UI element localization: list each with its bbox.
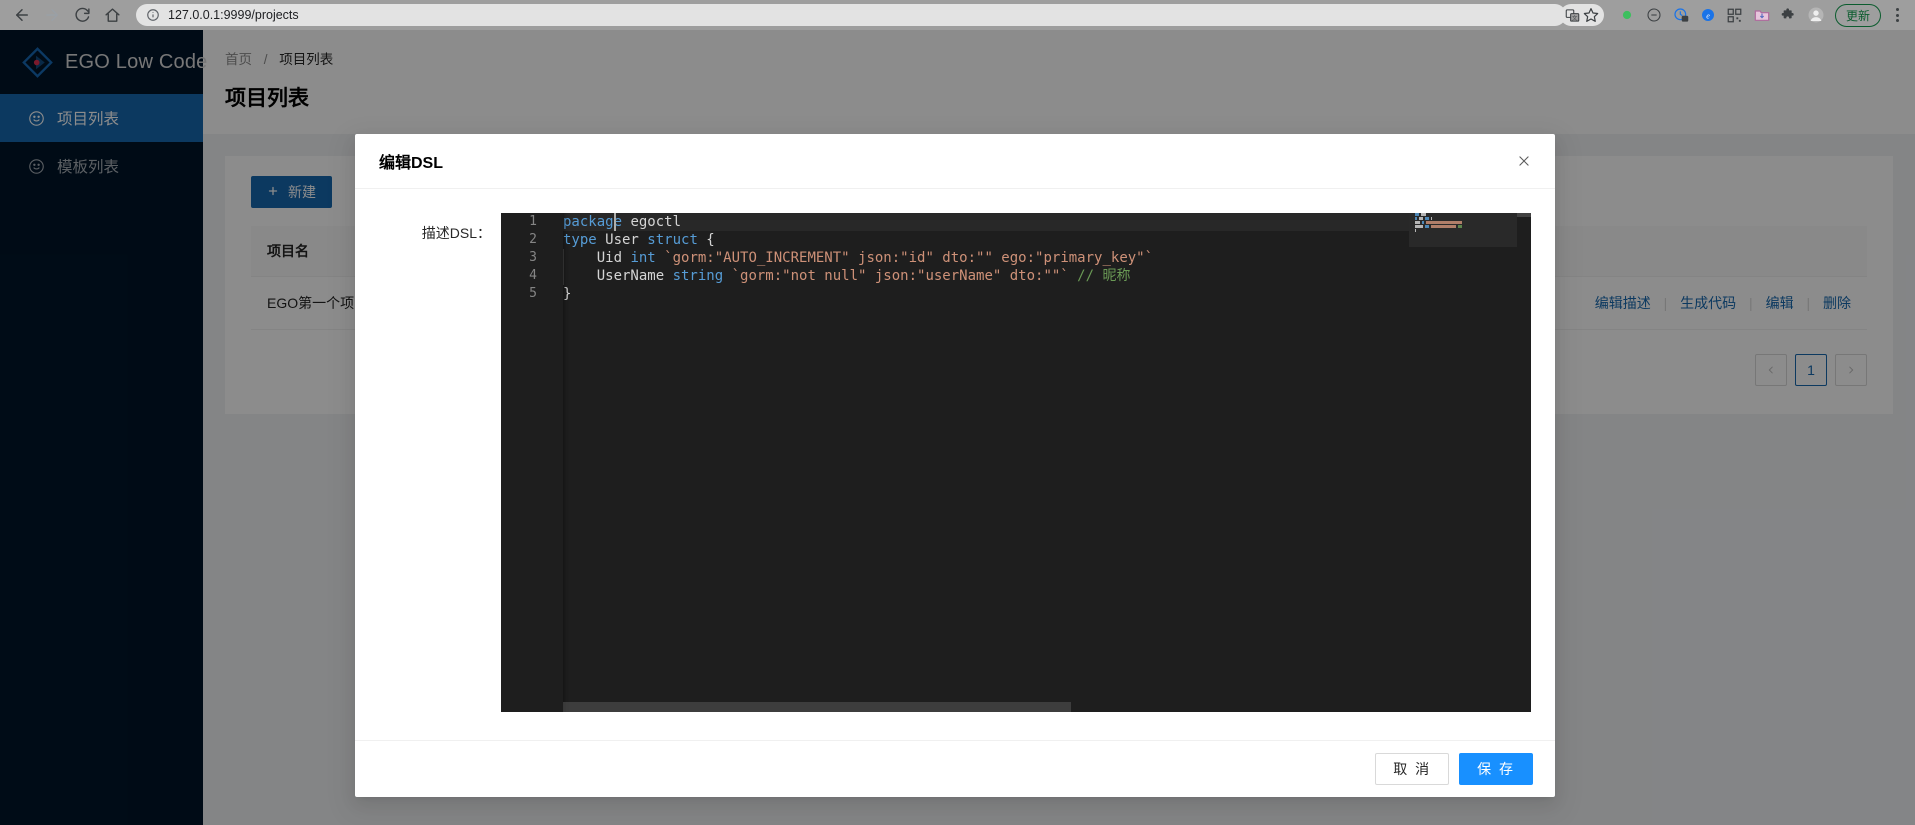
save-button[interactable]: 保 存 [1459, 753, 1533, 785]
scrollbar-overview-mark [1517, 213, 1531, 217]
minimap-segment [1415, 221, 1420, 224]
line-number: 3 [529, 250, 537, 265]
line-number: 5 [529, 286, 537, 301]
code-token: `gorm:"AUTO_INCREMENT" json:"id" dto:"" … [655, 250, 1154, 266]
dialog-header: 编辑DSL [355, 134, 1555, 189]
dialog-title: 编辑DSL [379, 155, 444, 172]
editor-gutter-shadow [563, 213, 569, 712]
minimap-segment [1421, 221, 1424, 224]
code-line: UserName string `gorm:"not null" json:"u… [563, 267, 1531, 285]
clock-lock-extension-icon[interactable] [1672, 6, 1690, 24]
reload-button[interactable] [68, 2, 96, 28]
qr-code-extension-icon[interactable] [1726, 6, 1744, 24]
minimap-segment [1425, 221, 1463, 224]
minimap-segment [1430, 225, 1457, 228]
line-number: 1 [529, 214, 537, 229]
code-token: string [672, 268, 724, 284]
code-line: type User struct { [563, 231, 1531, 249]
minimap-segment [1415, 217, 1418, 220]
edge-e-extension-icon[interactable]: e [1699, 6, 1717, 24]
dsl-field-label: 描述DSL： [421, 225, 491, 241]
dialog-footer: 取 消 保 存 [355, 740, 1555, 797]
code-token: `gorm:"not null" json:"userName" dto:""` [723, 268, 1069, 284]
editor-line-numbers: 1 2 3 4 5 [501, 213, 563, 712]
dsl-code-editor[interactable]: 1 2 3 4 5 package egoctl type User struct { U… [501, 213, 1531, 712]
puzzle-extensions-icon[interactable] [1780, 6, 1798, 24]
dialog-body: 描述DSL： 1 2 3 4 5 package egoctl type User str… [355, 189, 1555, 740]
code-line: Uid int `gorm:"AUTO_INCREMENT" json:"id"… [563, 249, 1531, 267]
code-token: UserName [563, 268, 673, 284]
url-text: 127.0.0.1:9999/projects [168, 8, 299, 22]
extension-icons: e [1612, 6, 1825, 24]
line-number: 4 [529, 268, 537, 283]
code-token: egoctl [622, 214, 682, 230]
back-button[interactable] [8, 2, 36, 28]
dash-circle-extension-icon[interactable] [1645, 6, 1663, 24]
line-number: 2 [529, 232, 537, 247]
omnibox-actions: 文 [1559, 4, 1604, 26]
minimap-segment [1458, 225, 1462, 228]
code-token: struct [647, 232, 698, 248]
minimap-segment [1415, 213, 1420, 216]
update-button[interactable]: 更新 [1834, 3, 1881, 27]
folder-download-extension-icon[interactable] [1753, 6, 1771, 24]
minimap-segment [1415, 229, 1416, 232]
browser-toolbar: 127.0.0.1:9999/projects 文 e 更新 [0, 0, 1915, 30]
code-token: // 昵称 [1068, 268, 1131, 284]
code-token: int [630, 250, 656, 266]
translate-icon[interactable]: 文 [1564, 6, 1582, 24]
editor-minimap[interactable] [1409, 213, 1517, 712]
minimap-segment [1419, 217, 1424, 220]
kebab-menu-icon[interactable] [1887, 4, 1907, 26]
minimap-segment [1430, 217, 1433, 220]
forward-button[interactable] [38, 2, 66, 28]
code-line: } [563, 285, 1531, 303]
profile-avatar-icon[interactable] [1807, 6, 1825, 24]
code-token: Uid [563, 250, 631, 266]
minimap-segment [1425, 225, 1429, 228]
bookmark-star-icon[interactable] [1582, 6, 1600, 24]
text-cursor [613, 213, 616, 231]
close-icon[interactable] [1513, 150, 1535, 172]
code-token: User [596, 232, 648, 248]
minimap-segment [1425, 217, 1429, 220]
editor-horizontal-scrollbar[interactable] [563, 700, 1409, 712]
minimap-segment [1421, 213, 1426, 216]
green-dot-extension-icon[interactable] [1618, 6, 1636, 24]
editor-vertical-scrollbar[interactable] [1517, 213, 1531, 712]
editor-code-area[interactable]: package egoctl type User struct { Uid int… [563, 213, 1531, 303]
cancel-button[interactable]: 取 消 [1375, 753, 1450, 785]
home-button[interactable] [98, 2, 126, 28]
edit-dsl-dialog: 编辑DSL 描述DSL： 1 2 3 4 5 package egoctl type Us… [355, 134, 1555, 797]
site-info-icon[interactable] [146, 8, 160, 22]
code-line: package egoctl [563, 213, 1531, 231]
code-token: { [697, 232, 715, 248]
horizontal-scroll-thumb[interactable] [563, 702, 1071, 712]
svg-text:e: e [1706, 11, 1710, 20]
app-root: EGO Low Code 项目列表 模板列表 首页 / 项目列表 项目列表 新建… [0, 30, 1915, 825]
minimap-segment [1415, 225, 1424, 228]
address-bar[interactable]: 127.0.0.1:9999/projects [136, 4, 1566, 26]
